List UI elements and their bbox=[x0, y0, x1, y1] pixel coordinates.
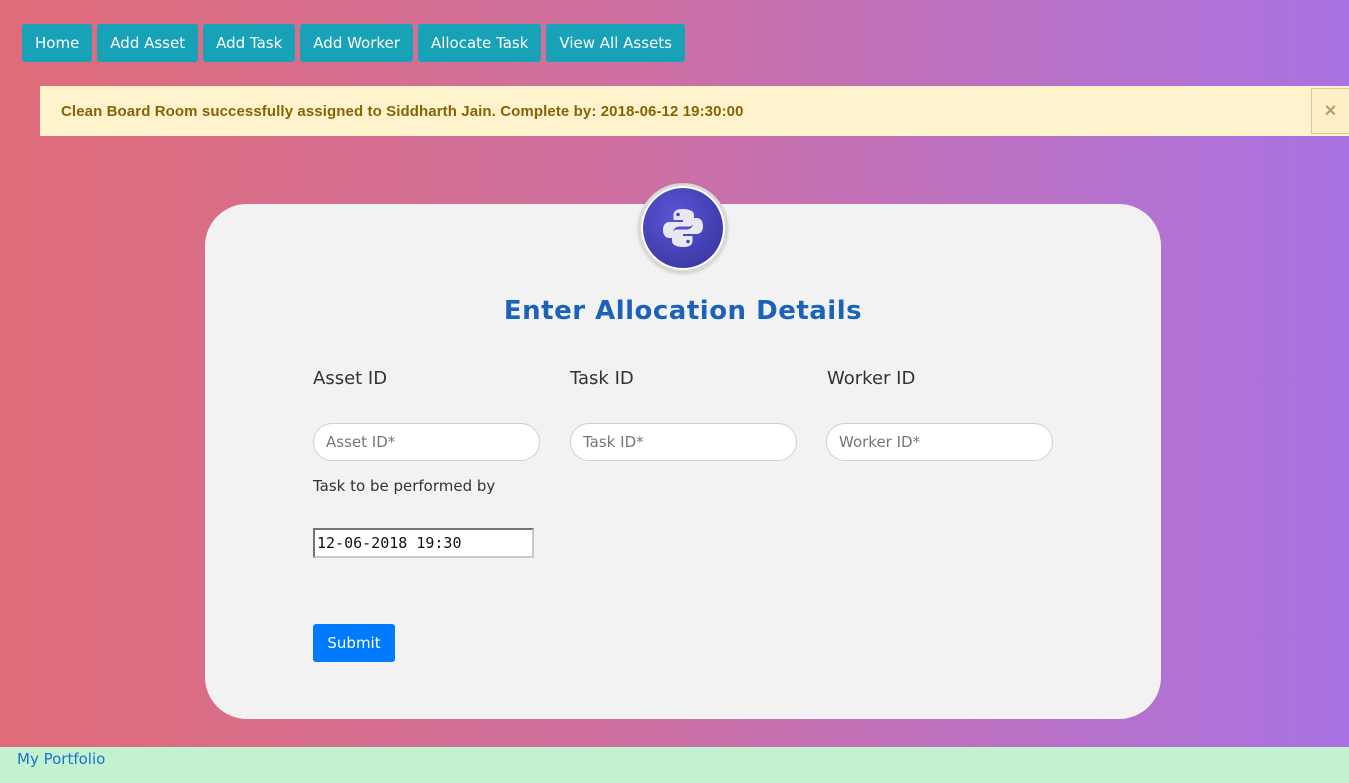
form-title: Enter Allocation Details bbox=[503, 296, 863, 326]
nav-allocate-task-button[interactable]: Allocate Task bbox=[417, 24, 542, 62]
asset-id-label: Asset ID bbox=[313, 368, 388, 389]
logo-badge bbox=[643, 188, 723, 268]
nav-home-button[interactable]: Home bbox=[22, 24, 93, 62]
deadline-label: Task to be performed by bbox=[313, 477, 496, 495]
nav-add-asset-button[interactable]: Add Asset bbox=[97, 24, 199, 62]
worker-id-label: Worker ID bbox=[827, 368, 916, 389]
nav-add-task-button[interactable]: Add Task bbox=[203, 24, 296, 62]
success-alert: Clean Board Room successfully assigned t… bbox=[40, 86, 1349, 136]
worker-id-input[interactable] bbox=[826, 423, 1053, 461]
task-id-input[interactable] bbox=[570, 423, 797, 461]
alert-message: Clean Board Room successfully assigned t… bbox=[61, 102, 744, 120]
python-snake-icon bbox=[663, 209, 703, 247]
close-icon[interactable]: × bbox=[1311, 88, 1349, 134]
nav-add-worker-button[interactable]: Add Worker bbox=[300, 24, 413, 62]
python-logo-icon bbox=[638, 183, 728, 273]
deadline-datetime-input[interactable] bbox=[313, 528, 534, 558]
asset-id-input[interactable] bbox=[313, 423, 540, 461]
footer bbox=[0, 747, 1349, 783]
submit-button[interactable]: Submit bbox=[313, 624, 395, 662]
portfolio-link[interactable]: My Portfolio bbox=[17, 750, 105, 768]
task-id-label: Task ID bbox=[570, 368, 634, 389]
nav-view-all-assets-button[interactable]: View All Assets bbox=[546, 24, 685, 62]
top-nav: Home Add Asset Add Task Add Worker Alloc… bbox=[22, 24, 685, 62]
